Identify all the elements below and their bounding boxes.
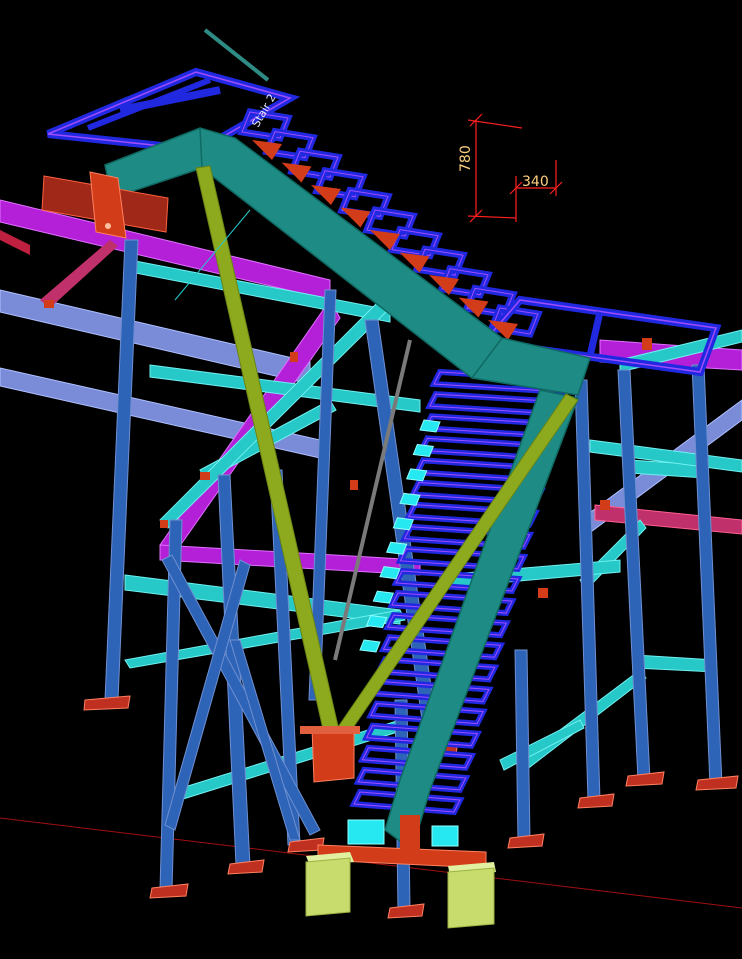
cyan-gusset	[359, 639, 381, 653]
going-dimension-text: 340	[522, 174, 549, 190]
conn-plate-f	[44, 300, 54, 308]
column-7	[617, 369, 651, 781]
mid-landing-bar	[586, 311, 604, 357]
conn-plate-g	[600, 500, 610, 510]
cyan-gusset	[379, 566, 401, 580]
conn-plate-h	[538, 588, 548, 598]
base-stringer-plate	[400, 815, 420, 850]
footing-left	[305, 857, 351, 917]
base-plate-1	[83, 695, 131, 711]
top-tie-rod	[203, 28, 270, 82]
cyan-beam-right-5	[519, 669, 647, 771]
magenta-beam-right-mid	[594, 504, 742, 535]
base-plate-3	[227, 859, 265, 875]
top-landing-crossbar-2	[86, 77, 212, 131]
cyan-beam-right-4	[634, 654, 716, 673]
cyan-gusset	[385, 541, 408, 555]
cyan-gusset	[419, 419, 441, 433]
column-1	[104, 239, 139, 701]
conn-plate-b	[290, 352, 298, 362]
cyan-gusset	[365, 615, 388, 629]
cyan-beam-right-6	[499, 719, 585, 771]
column-10	[514, 649, 531, 841]
conn-plate-c	[350, 480, 358, 490]
top-bracket-bolt	[105, 223, 111, 229]
footing-right	[447, 867, 495, 929]
conn-plate-e	[160, 520, 168, 528]
lower-junction-plate	[311, 727, 355, 783]
base-plate-8	[695, 775, 739, 791]
cyan-gusset	[412, 443, 435, 457]
cyan-gusset	[392, 517, 415, 531]
stair-structure-3d-view: Stair 2 780 340	[0, 28, 742, 929]
cyan-gusset	[399, 492, 421, 506]
base-plate-10	[387, 903, 425, 919]
base-cyan-block-2	[431, 825, 459, 847]
base-cyan-block	[347, 819, 385, 845]
base-plate-2	[149, 883, 189, 899]
dimension-rise	[467, 113, 523, 223]
conn-plate-a	[642, 338, 652, 350]
cyan-gusset	[372, 590, 395, 604]
base-plate-7	[625, 771, 665, 787]
base-plate-6	[577, 793, 615, 809]
base-plate-9	[507, 833, 545, 849]
lower-junction-seat	[300, 726, 360, 734]
red-beam-left	[0, 230, 30, 255]
cyan-beam-5	[124, 574, 401, 625]
dimension-going	[509, 160, 563, 222]
rise-dimension-text: 780	[458, 145, 474, 172]
red-brace-left	[40, 240, 118, 308]
cyan-gusset	[405, 468, 428, 482]
conn-plate-d	[200, 472, 210, 480]
